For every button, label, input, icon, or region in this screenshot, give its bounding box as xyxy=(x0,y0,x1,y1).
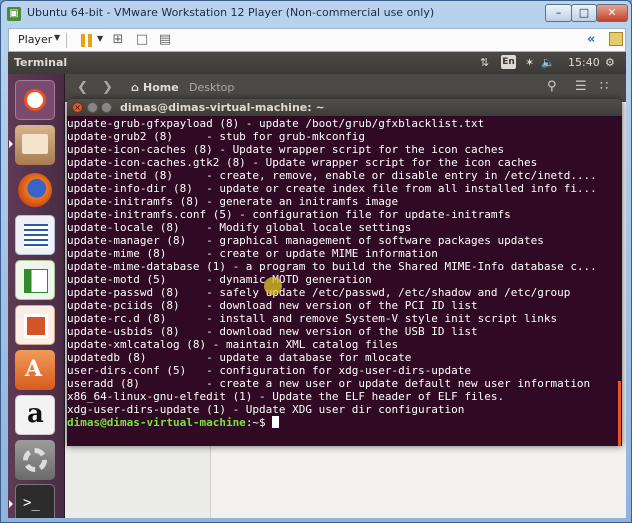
vmware-toolbar: Player ▼ ▼ ⊞ □ ▤ « xyxy=(8,28,626,52)
amazon-icon: a xyxy=(27,399,44,429)
files-launcher[interactable] xyxy=(15,125,55,165)
calc-launcher[interactable] xyxy=(15,260,55,300)
terminal-line: update-manager (8) - graphical managemen… xyxy=(67,234,544,247)
terminal-line: update-icon-caches (8) - Update wrapper … xyxy=(67,143,505,156)
terminal-line: update-inetd (8) - create, remove, enabl… xyxy=(67,169,597,182)
close-button[interactable]: ✕ xyxy=(596,4,628,22)
maximize-icon[interactable] xyxy=(101,102,112,113)
terminal-line: update-icon-caches.gtk2 (8) - Update wra… xyxy=(67,156,538,169)
terminal-line: xdg-user-dirs-update (1) - Update XDG us… xyxy=(67,403,465,416)
calc-icon xyxy=(24,269,48,293)
terminal-line: update-rc.d (8) - install and remove Sys… xyxy=(67,312,558,325)
terminal-line: update-initramfs.conf (5) - configuratio… xyxy=(67,208,511,221)
terminal-scrollbar[interactable] xyxy=(618,381,621,446)
chevron-down-icon[interactable]: ▼ xyxy=(97,34,103,43)
library-icon[interactable] xyxy=(609,32,623,46)
mouse-click-highlight xyxy=(264,277,282,295)
terminal-output[interactable]: update-grub-gfxpayload (8) - update /boo… xyxy=(67,117,622,446)
devices-icon[interactable]: ⊞ xyxy=(110,32,126,48)
terminal-icon: >_ xyxy=(23,495,40,511)
terminal-line: x86_64-linux-gnu-elfedit (1) - Update th… xyxy=(67,390,505,403)
back-icon[interactable]: ❮ xyxy=(77,80,88,95)
back-arrow-icon[interactable]: « xyxy=(587,32,595,47)
files-toolbar: ❮ ❯ ⌂ Home Desktop ⚲ ☰ ∷ xyxy=(65,74,626,102)
list-view-icon[interactable]: ☰ xyxy=(575,79,587,94)
terminal-line: update-grub-gfxpayload (8) - update /boo… xyxy=(67,117,485,130)
terminal-window-title: dimas@dimas-virtual-machine: ~ xyxy=(120,101,325,114)
terminal-window[interactable]: × dimas@dimas-virtual-machine: ~ update-… xyxy=(67,99,622,446)
fullscreen-icon[interactable]: □ xyxy=(134,32,150,48)
search-icon[interactable]: ⚲ xyxy=(547,79,557,94)
terminal-line: updatedb (8) - update a database for mlo… xyxy=(67,351,412,364)
forward-icon[interactable]: ❯ xyxy=(102,80,113,95)
unity-icon[interactable]: ▤ xyxy=(157,32,173,48)
prompt-path: :~$ xyxy=(245,416,273,429)
grid-view-icon[interactable]: ∷ xyxy=(600,79,608,94)
running-indicator xyxy=(9,140,13,148)
close-icon[interactable]: × xyxy=(72,102,83,113)
breadcrumb-desktop[interactable]: Desktop xyxy=(189,81,234,94)
unity-launcher: A a >_ xyxy=(8,74,65,518)
text-cursor xyxy=(272,416,280,428)
terminal-line: update-grub2 (8) - stub for grub-mkconfi… xyxy=(67,130,366,143)
terminal-line: update-motd (5) - dynamic MOTD generatio… xyxy=(67,273,372,286)
terminal-line: update-usbids (8) - download new version… xyxy=(67,325,478,338)
terminal-line: update-locale (8) - Modify global locale… xyxy=(67,221,412,234)
ubuntu-logo-icon xyxy=(24,89,46,111)
firefox-launcher[interactable] xyxy=(15,170,55,210)
terminal-line: user-dirs.conf (5) - configuration for x… xyxy=(67,364,471,377)
ubuntu-top-panel: Terminal ⇅ En ✶ 🔈 15:40 ⚙ xyxy=(8,52,626,74)
network-icon[interactable]: ⇅ xyxy=(480,56,489,69)
keyboard-layout-indicator[interactable]: En xyxy=(501,55,516,69)
pause-icon[interactable] xyxy=(81,34,92,47)
vmware-titlebar[interactable]: ▣ Ubuntu 64-bit - VMware Workstation 12 … xyxy=(1,1,631,27)
terminal-line: update-passwd (8) - safely update /etc/p… xyxy=(67,286,571,299)
terminal-line: update-info-dir (8) - update or create i… xyxy=(67,182,597,195)
clock[interactable]: 15:40 xyxy=(568,56,600,69)
writer-launcher[interactable] xyxy=(15,215,55,255)
volume-icon[interactable]: 🔈 xyxy=(541,56,555,69)
settings-icon xyxy=(23,448,47,472)
terminal-line: update-mime-database (1) - a program to … xyxy=(67,260,597,273)
home-icon[interactable]: ⌂ xyxy=(131,81,139,94)
terminal-launcher[interactable]: >_ xyxy=(15,484,55,518)
amazon-launcher[interactable]: a xyxy=(15,395,55,435)
terminal-titlebar[interactable]: × dimas@dimas-virtual-machine: ~ xyxy=(67,99,622,116)
maximize-button[interactable]: □ xyxy=(571,4,597,22)
folder-icon xyxy=(22,134,48,154)
vmware-window: ▣ Ubuntu 64-bit - VMware Workstation 12 … xyxy=(0,0,632,523)
terminal-line: update-initramfs (8) - generate an initr… xyxy=(67,195,399,208)
terminal-line: useradd (8) - create a new user or updat… xyxy=(67,377,591,390)
bluetooth-icon[interactable]: ✶ xyxy=(525,56,534,69)
firefox-icon xyxy=(18,173,52,207)
vmware-app-icon: ▣ xyxy=(7,7,21,21)
terminal-prompt-line[interactable]: dimas@dimas-virtual-machine:~$ xyxy=(67,416,619,429)
software-center-icon: A xyxy=(25,356,43,382)
player-menu[interactable]: Player xyxy=(18,33,52,46)
software-center-launcher[interactable]: A xyxy=(15,350,55,390)
vmware-window-title: Ubuntu 64-bit - VMware Workstation 12 Pl… xyxy=(27,6,435,19)
ubuntu-desktop: Terminal ⇅ En ✶ 🔈 15:40 ⚙ A a >_ ❮ ❯ ⌂ H… xyxy=(8,52,626,518)
minimize-icon[interactable] xyxy=(87,102,98,113)
terminal-line: update-mime (8) - create or update MIME … xyxy=(67,247,438,260)
minimize-button[interactable]: – xyxy=(545,4,572,22)
breadcrumb-home[interactable]: Home xyxy=(143,81,179,94)
prompt-user-host: dimas@dimas-virtual-machine xyxy=(67,416,246,429)
active-app-title: Terminal xyxy=(14,56,68,69)
gear-icon[interactable]: ⚙ xyxy=(605,56,615,69)
dash-home-button[interactable] xyxy=(15,80,55,120)
impress-launcher[interactable] xyxy=(15,305,55,345)
impress-icon xyxy=(24,314,48,338)
terminal-line: update-xmlcatalog (8) - maintain XML cat… xyxy=(67,338,399,351)
system-settings-launcher[interactable] xyxy=(15,440,55,480)
writer-icon xyxy=(24,224,48,248)
terminal-line: update-pciids (8) - download new version… xyxy=(67,299,478,312)
toolbar-divider xyxy=(66,33,67,48)
running-indicator xyxy=(9,500,13,508)
chevron-down-icon[interactable]: ▼ xyxy=(54,33,60,42)
